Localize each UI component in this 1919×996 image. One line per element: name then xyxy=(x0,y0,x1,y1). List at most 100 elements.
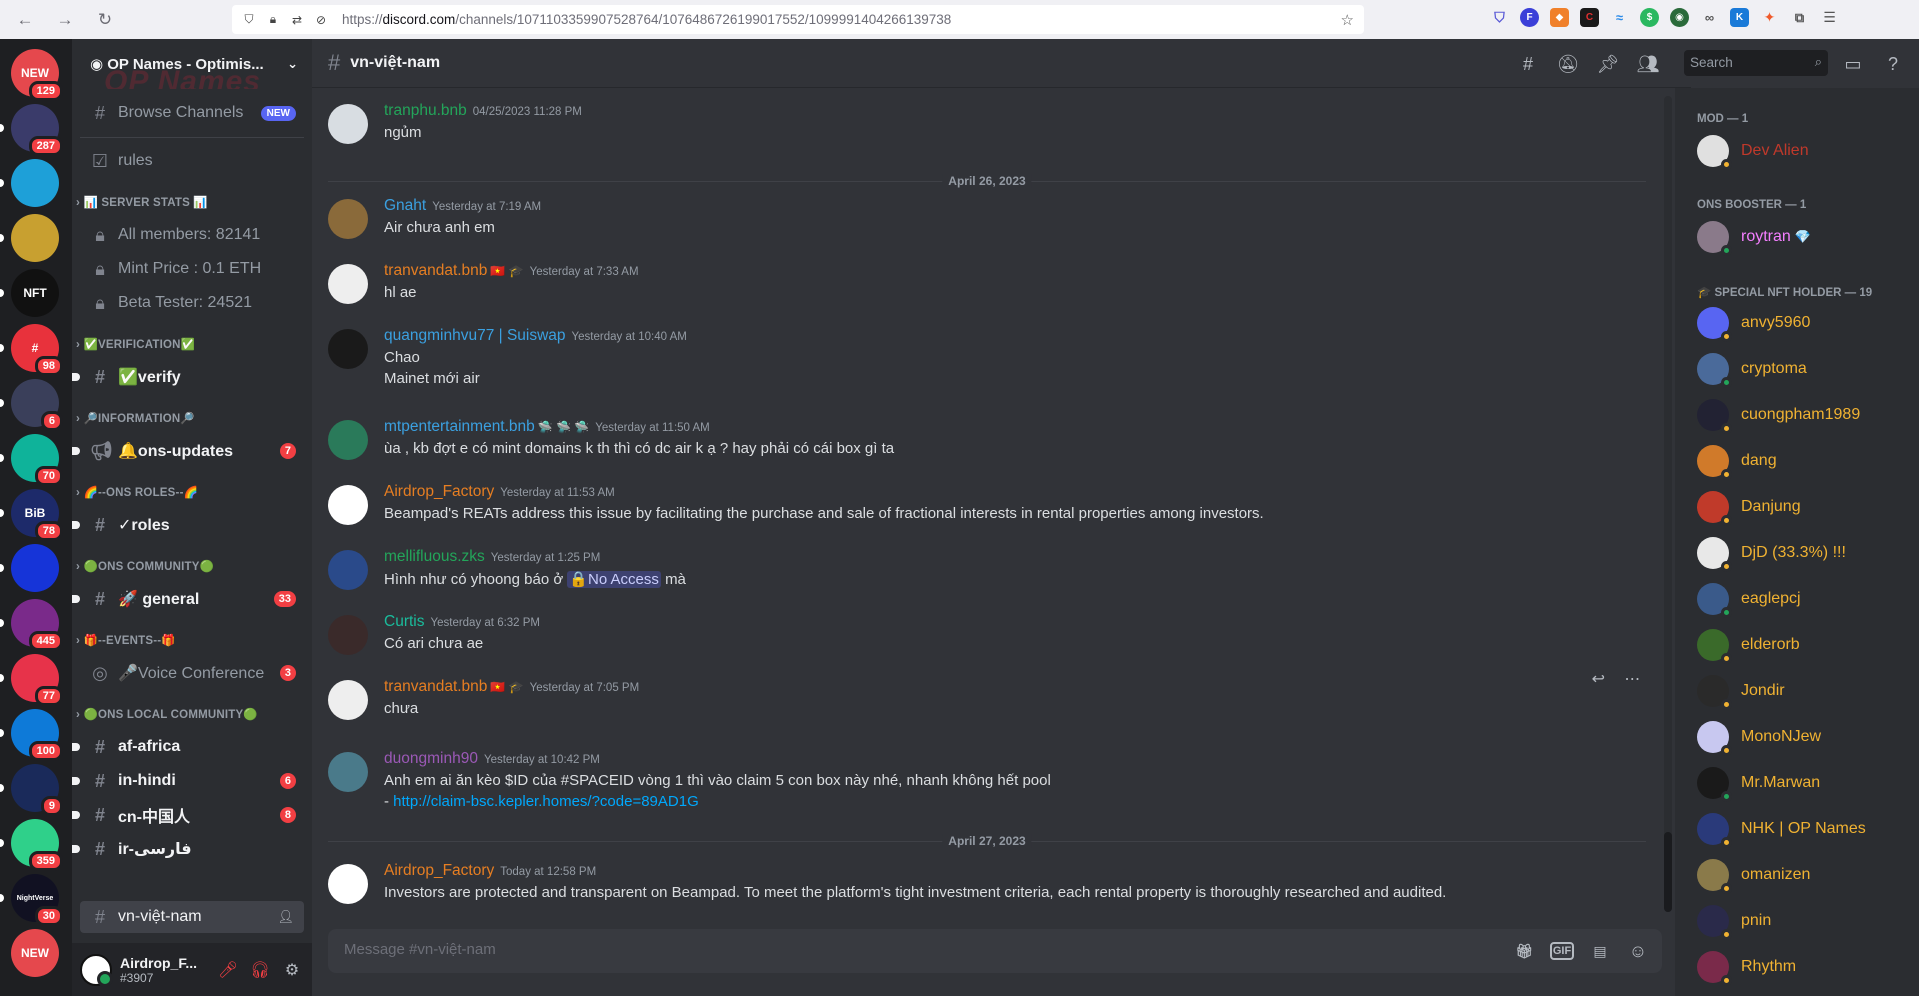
server-icon[interactable]: NEW 129 xyxy=(11,49,63,101)
category-information[interactable]: › 🔎INFORMATION🔎 xyxy=(76,411,195,425)
category-server-stats[interactable]: › 📊 SERVER STATS 📊 xyxy=(76,195,208,209)
gif-icon[interactable]: GIF xyxy=(1550,942,1574,960)
member-item[interactable]: MonoNJew xyxy=(1697,717,1821,757)
reload-icon[interactable]: ↻ xyxy=(90,5,120,35)
server-icon[interactable]: 100 xyxy=(11,709,63,761)
author-name[interactable]: Gnaht xyxy=(384,197,426,214)
author-name[interactable]: tranvandat.bnb xyxy=(384,262,487,279)
avatar[interactable] xyxy=(328,752,368,792)
channel-all-members[interactable]: 🔒︎ All members: 82141 xyxy=(80,219,304,251)
member-item[interactable]: NHK | OP Names xyxy=(1697,809,1866,849)
message-input[interactable]: Message #vn-việt-nam xyxy=(328,929,1662,973)
member-item[interactable]: pnin xyxy=(1697,901,1771,941)
category-ons-roles[interactable]: › 🌈--ONS ROLES--🌈 xyxy=(76,485,198,499)
avatar[interactable] xyxy=(328,104,368,144)
back-icon[interactable]: ← xyxy=(10,5,40,35)
author-name[interactable]: duongminh90 xyxy=(384,750,478,767)
bookmark-star-icon[interactable]: ☆ xyxy=(1341,11,1354,29)
avatar[interactable] xyxy=(328,329,368,369)
channel-voice-conference[interactable]: ◎ 🎤Voice Conference 3 xyxy=(80,657,304,689)
channel-ons-updates[interactable]: 📢︎ 🔔ons-updates 7 xyxy=(72,435,304,467)
search-input[interactable]: Search ⌕ xyxy=(1684,50,1828,76)
server-icon[interactable]: NightVerse 30 xyxy=(11,874,63,926)
guild-header[interactable]: OP Names ◉ OP Names - Optimis... ⌄ xyxy=(72,39,312,89)
member-list-icon[interactable]: 👥︎ xyxy=(1636,52,1660,76)
server-icon[interactable]: NEW xyxy=(11,929,59,977)
server-icon[interactable]: 9 xyxy=(11,764,63,816)
server-icon[interactable]: 70 xyxy=(11,434,63,486)
extension-green-icon[interactable]: $ xyxy=(1640,8,1659,27)
chevron-down-icon[interactable]: ⌄ xyxy=(287,56,298,72)
member-dev-alien[interactable]: Dev Alien xyxy=(1697,131,1809,171)
category-verification[interactable]: › ✅VERIFICATION✅ xyxy=(76,337,195,351)
author-name[interactable]: quangminhvu77 | Suiswap xyxy=(384,327,566,344)
member-item[interactable]: eaglepcj xyxy=(1697,579,1801,619)
more-icon[interactable]: ⋯ xyxy=(1624,669,1640,689)
pin-icon[interactable]: 📌︎ xyxy=(1596,52,1620,76)
member-item[interactable]: Mr.Marwan xyxy=(1697,763,1820,803)
mute-icon[interactable]: 🎤︎ xyxy=(212,954,244,986)
member-item[interactable]: Danjung xyxy=(1697,487,1801,527)
member-item[interactable]: Jondir xyxy=(1697,671,1785,711)
member-item[interactable]: cuongpham1989 xyxy=(1697,395,1860,435)
address-bar[interactable]: ⛉ 🔒︎ ⇄ ⊘ https://discord.com/channels/10… xyxy=(232,5,1364,34)
member-item[interactable]: elderorb xyxy=(1697,625,1800,665)
scrollbar-thumb[interactable] xyxy=(1664,832,1672,912)
category-events[interactable]: › 🎁--EVENTS--🎁 xyxy=(76,633,176,647)
author-name[interactable]: Airdrop_Factory xyxy=(384,862,494,879)
threads-icon[interactable]: # xyxy=(1516,52,1540,76)
extension-f-icon[interactable]: F xyxy=(1520,8,1539,27)
avatar[interactable] xyxy=(328,420,368,460)
author-name[interactable]: mtpentertainment.bnb xyxy=(384,418,535,435)
server-icon[interactable] xyxy=(11,159,59,207)
browse-channels[interactable]: # Browse Channels NEW xyxy=(80,97,304,129)
gift-icon[interactable]: 🎁︎ xyxy=(1512,939,1536,963)
sticker-icon[interactable]: ▤ xyxy=(1588,939,1612,963)
camera-off-icon[interactable]: ⊘ xyxy=(314,13,328,27)
member-item[interactable]: omanizen xyxy=(1697,855,1810,895)
author-name[interactable]: tranphu.bnb xyxy=(384,102,467,119)
menu-icon[interactable]: ☰ xyxy=(1820,8,1839,27)
extension-c-icon[interactable]: C xyxy=(1580,8,1599,27)
server-icon[interactable]: 6 xyxy=(11,379,63,431)
pocket-icon[interactable]: ⛉ xyxy=(1490,8,1509,27)
server-icon[interactable]: #98 xyxy=(11,324,63,376)
extension-globe-icon[interactable]: ◉ xyxy=(1670,8,1689,27)
inbox-icon[interactable]: ▭ xyxy=(1841,52,1865,76)
server-icon[interactable] xyxy=(11,214,59,262)
notification-bell-icon[interactable]: 🔕︎ xyxy=(1556,52,1580,76)
metamask-icon[interactable]: ◆ xyxy=(1550,8,1569,27)
category-ons-local-community[interactable]: › 🟢ONS LOCAL COMMUNITY🟢 xyxy=(76,707,258,721)
forward-icon[interactable]: → xyxy=(50,5,80,35)
server-icon[interactable]: BiB 78 xyxy=(11,489,63,541)
avatar[interactable] xyxy=(328,864,368,904)
channel-rules[interactable]: ☑ rules xyxy=(80,145,304,177)
server-icon[interactable]: NFT xyxy=(11,269,59,317)
avatar[interactable] xyxy=(80,953,113,987)
channel-mint-price[interactable]: 🔒︎ Mint Price : 0.1 ETH xyxy=(80,253,304,285)
reply-icon[interactable]: ↩ xyxy=(1592,669,1605,689)
member-item[interactable]: Rhythm xyxy=(1697,947,1796,987)
extension-wave-icon[interactable]: ≈ xyxy=(1610,8,1629,27)
member-item[interactable]: dang xyxy=(1697,441,1777,481)
avatar[interactable] xyxy=(328,264,368,304)
channel-beta-tester[interactable]: 🔒︎ Beta Tester: 24521 xyxy=(80,287,304,319)
channel-cn[interactable]: # cn-中国人 8 xyxy=(72,799,304,831)
avatar[interactable] xyxy=(328,199,368,239)
add-member-icon[interactable]: 👤︎ xyxy=(277,909,294,925)
extension-flame-icon[interactable]: ✦ xyxy=(1760,8,1779,27)
message-link[interactable]: http://claim-bsc.kepler.homes/?code=89AD… xyxy=(393,793,699,810)
channel-af-africa[interactable]: # af-africa xyxy=(72,731,304,763)
server-icon[interactable]: 287 xyxy=(11,104,63,156)
member-item[interactable]: cryptoma xyxy=(1697,349,1807,389)
channel-ir[interactable]: # ir-فارسی xyxy=(72,833,304,865)
server-icon[interactable]: 359 xyxy=(11,819,63,871)
settings-gear-icon[interactable]: ⚙ xyxy=(276,954,308,986)
permissions-icon[interactable]: ⇄ xyxy=(290,13,304,27)
extension-k-icon[interactable]: K xyxy=(1730,8,1749,27)
member-roytran[interactable]: roytran 💎 xyxy=(1697,217,1811,257)
channel-mention[interactable]: 🔒No Access xyxy=(567,571,661,588)
server-icon[interactable]: 445 xyxy=(11,599,63,651)
member-item[interactable]: DjD (33.3%) !!! xyxy=(1697,533,1846,573)
channel-roles[interactable]: # ✓roles xyxy=(72,509,304,541)
